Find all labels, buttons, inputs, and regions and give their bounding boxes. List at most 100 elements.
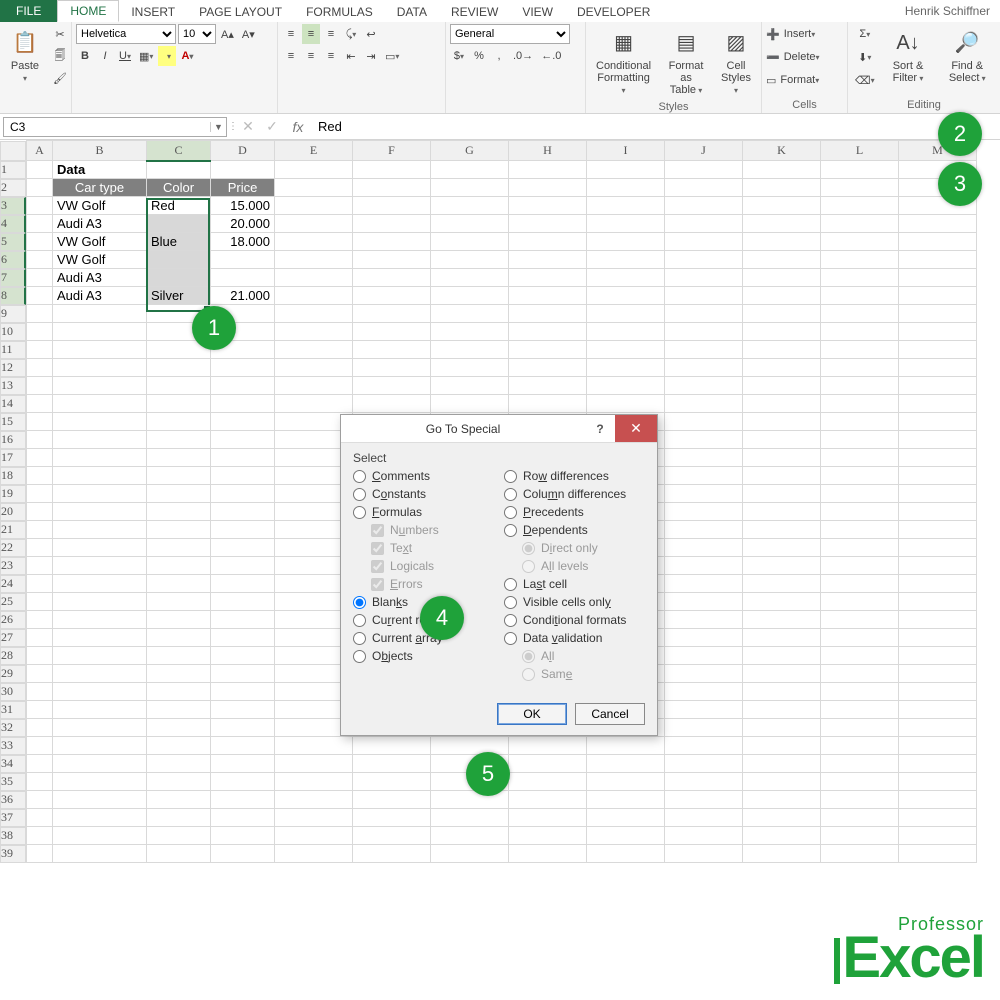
cell-K14[interactable] <box>743 395 821 413</box>
cell-J13[interactable] <box>665 377 743 395</box>
column-header-H[interactable]: H <box>509 141 587 161</box>
cell-L27[interactable] <box>821 629 899 647</box>
column-header-K[interactable]: K <box>743 141 821 161</box>
cell-F10[interactable] <box>353 323 431 341</box>
cell-G33[interactable] <box>431 737 509 755</box>
cell-D32[interactable] <box>211 719 275 737</box>
cell-A4[interactable] <box>27 215 53 233</box>
cell-J30[interactable] <box>665 683 743 701</box>
cell-M34[interactable] <box>899 755 977 773</box>
cell-K16[interactable] <box>743 431 821 449</box>
row-header-7[interactable]: 7 <box>0 269 26 287</box>
cell-E5[interactable] <box>275 233 353 251</box>
cell-J5[interactable] <box>665 233 743 251</box>
column-header-A[interactable]: A <box>27 141 53 161</box>
cell-J11[interactable] <box>665 341 743 359</box>
cell-B37[interactable] <box>53 809 147 827</box>
cell-C2[interactable]: Color <box>147 179 211 197</box>
cell-E14[interactable] <box>275 395 353 413</box>
cell-K17[interactable] <box>743 449 821 467</box>
cell-B28[interactable] <box>53 647 147 665</box>
insert-function-button[interactable]: fx <box>284 119 312 135</box>
cell-I10[interactable] <box>587 323 665 341</box>
cell-K3[interactable] <box>743 197 821 215</box>
cell-K10[interactable] <box>743 323 821 341</box>
cell-J18[interactable] <box>665 467 743 485</box>
row-header-4[interactable]: 4 <box>0 215 26 233</box>
cell-G39[interactable] <box>431 845 509 863</box>
cell-G38[interactable] <box>431 827 509 845</box>
cell-J3[interactable] <box>665 197 743 215</box>
ribbon-tab-insert[interactable]: INSERT <box>119 0 187 22</box>
merge-button[interactable]: ▭ <box>382 46 402 66</box>
cell-B4[interactable]: Audi A3 <box>53 215 147 233</box>
cell-A8[interactable] <box>27 287 53 305</box>
orientation-button[interactable]: ⤹ <box>342 24 360 44</box>
cell-A2[interactable] <box>27 179 53 197</box>
cell-J33[interactable] <box>665 737 743 755</box>
cell-E1[interactable] <box>275 161 353 179</box>
cell-K6[interactable] <box>743 251 821 269</box>
cell-B7[interactable]: Audi A3 <box>53 269 147 287</box>
cell-B9[interactable] <box>53 305 147 323</box>
cell-C5[interactable]: Blue <box>147 233 211 251</box>
cell-C19[interactable] <box>147 485 211 503</box>
align-top-button[interactable]: ≡ <box>282 24 300 44</box>
cell-K5[interactable] <box>743 233 821 251</box>
cell-H36[interactable] <box>509 791 587 809</box>
cell-H1[interactable] <box>509 161 587 179</box>
cell-M20[interactable] <box>899 503 977 521</box>
cell-J28[interactable] <box>665 647 743 665</box>
column-header-J[interactable]: J <box>665 141 743 161</box>
cell-D24[interactable] <box>211 575 275 593</box>
ribbon-tab-formulas[interactable]: FORMULAS <box>294 0 385 22</box>
cell-D7[interactable] <box>211 269 275 287</box>
cell-I8[interactable] <box>587 287 665 305</box>
cell-B19[interactable] <box>53 485 147 503</box>
cell-J4[interactable] <box>665 215 743 233</box>
cell-D29[interactable] <box>211 665 275 683</box>
cell-A24[interactable] <box>27 575 53 593</box>
format-cells-button[interactable]: Format <box>778 70 821 90</box>
cell-E12[interactable] <box>275 359 353 377</box>
cell-D4[interactable]: 20.000 <box>211 215 275 233</box>
cell-I14[interactable] <box>587 395 665 413</box>
cell-B1[interactable]: Data <box>53 161 147 179</box>
underline-button[interactable]: U <box>116 46 134 66</box>
cancel-formula-button[interactable]: ✕ <box>236 118 260 135</box>
cell-K37[interactable] <box>743 809 821 827</box>
cell-J21[interactable] <box>665 521 743 539</box>
cell-F6[interactable] <box>353 251 431 269</box>
row-header-23[interactable]: 23 <box>0 557 26 575</box>
row-header-10[interactable]: 10 <box>0 323 26 341</box>
cell-B26[interactable] <box>53 611 147 629</box>
cell-C37[interactable] <box>147 809 211 827</box>
cell-B18[interactable] <box>53 467 147 485</box>
cell-B31[interactable] <box>53 701 147 719</box>
cell-styles-button[interactable]: ▨ Cell Styles <box>715 24 757 100</box>
cell-F34[interactable] <box>353 755 431 773</box>
font-color-button[interactable]: A <box>178 46 196 66</box>
cell-A15[interactable] <box>27 413 53 431</box>
name-box[interactable]: C3 ▼ <box>3 117 227 137</box>
cell-D34[interactable] <box>211 755 275 773</box>
cell-I39[interactable] <box>587 845 665 863</box>
row-header-11[interactable]: 11 <box>0 341 26 359</box>
cell-D31[interactable] <box>211 701 275 719</box>
cell-K20[interactable] <box>743 503 821 521</box>
cell-C22[interactable] <box>147 539 211 557</box>
row-header-36[interactable]: 36 <box>0 791 26 809</box>
cell-E36[interactable] <box>275 791 353 809</box>
cell-L34[interactable] <box>821 755 899 773</box>
cell-I37[interactable] <box>587 809 665 827</box>
cell-I12[interactable] <box>587 359 665 377</box>
column-header-I[interactable]: I <box>587 141 665 161</box>
cell-F8[interactable] <box>353 287 431 305</box>
cell-K24[interactable] <box>743 575 821 593</box>
cell-F36[interactable] <box>353 791 431 809</box>
cell-M37[interactable] <box>899 809 977 827</box>
goto-option-objects[interactable]: Objects <box>353 649 494 663</box>
goto-option-conditional-formats[interactable]: Conditional formats <box>504 613 645 627</box>
cell-I2[interactable] <box>587 179 665 197</box>
cell-J23[interactable] <box>665 557 743 575</box>
